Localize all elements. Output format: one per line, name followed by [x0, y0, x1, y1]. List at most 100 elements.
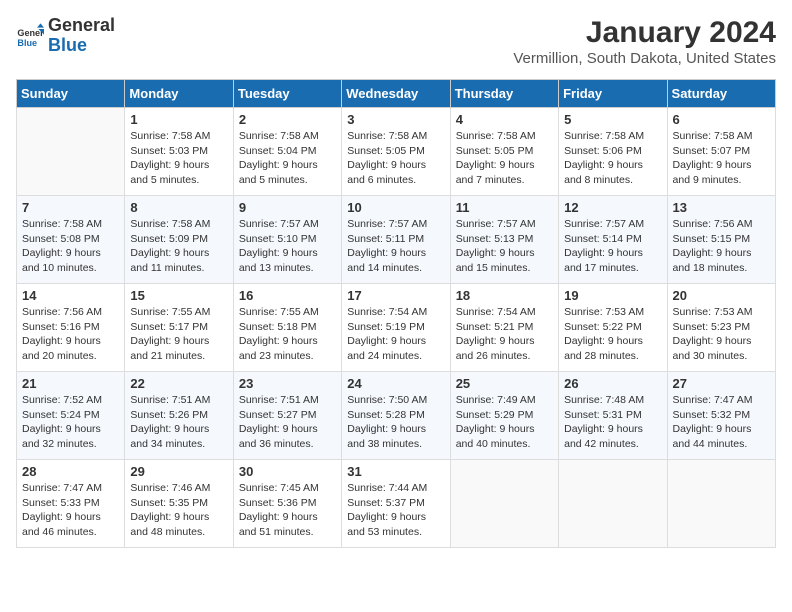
day-info: Sunrise: 7:46 AM Sunset: 5:35 PM Dayligh…: [130, 481, 227, 540]
day-number: 12: [564, 200, 661, 215]
day-info: Sunrise: 7:47 AM Sunset: 5:32 PM Dayligh…: [673, 393, 770, 452]
calendar-cell: 3 Sunrise: 7:58 AM Sunset: 5:05 PM Daylig…: [342, 108, 450, 196]
day-number: 6: [673, 112, 770, 127]
calendar-table: SundayMondayTuesdayWednesdayThursdayFrid…: [16, 79, 776, 548]
day-number: 22: [130, 376, 227, 391]
day-info: Sunrise: 7:56 AM Sunset: 5:15 PM Dayligh…: [673, 217, 770, 276]
calendar-cell: 12 Sunrise: 7:57 AM Sunset: 5:14 PM Dayli…: [559, 196, 667, 284]
calendar-cell: [559, 460, 667, 548]
calendar-cell: 16Sunrise: 7:55 AM Sunset: 5:18 PM Dayli…: [233, 284, 341, 372]
day-info: Sunrise: 7:45 AM Sunset: 5:36 PM Dayligh…: [239, 481, 336, 540]
calendar-week-2: 7Sunrise: 7:58 AM Sunset: 5:08 PM Daylig…: [17, 196, 776, 284]
calendar-cell: 2 Sunrise: 7:58 AM Sunset: 5:04 PM Daylig…: [233, 108, 341, 196]
day-info: Sunrise: 7:51 AM Sunset: 5:26 PM Dayligh…: [130, 393, 227, 452]
day-info: Sunrise: 7:50 AM Sunset: 5:28 PM Dayligh…: [347, 393, 444, 452]
calendar-cell: 31 Sunrise: 7:44 AM Sunset: 5:37 PM Dayli…: [342, 460, 450, 548]
logo-icon: General Blue: [16, 22, 44, 50]
day-number: 20: [673, 288, 770, 303]
calendar-week-1: 1Sunrise: 7:58 AM Sunset: 5:03 PM Daylig…: [17, 108, 776, 196]
day-info: Sunrise: 7:54 AM Sunset: 5:21 PM Dayligh…: [456, 305, 553, 364]
day-info: Sunrise: 7:58 AM Sunset: 5:05 PM Dayligh…: [347, 129, 444, 188]
day-number: 4: [456, 112, 553, 127]
calendar-cell: 11 Sunrise: 7:57 AM Sunset: 5:13 PM Dayli…: [450, 196, 558, 284]
calendar-header: SundayMondayTuesdayWednesdayThursdayFrid…: [17, 80, 776, 108]
day-number: 17: [347, 288, 444, 303]
day-info: Sunrise: 7:44 AM Sunset: 5:37 PM Dayligh…: [347, 481, 444, 540]
day-info: Sunrise: 7:57 AM Sunset: 5:13 PM Dayligh…: [456, 217, 553, 276]
calendar-cell: 15 Sunrise: 7:55 AM Sunset: 5:17 PM Dayli…: [125, 284, 233, 372]
day-number: 26: [564, 376, 661, 391]
title-area: January 2024 Vermillion, South Dakota, U…: [513, 16, 776, 67]
day-number: 7: [22, 200, 119, 215]
day-number: 15: [130, 288, 227, 303]
day-info: Sunrise: 7:49 AM Sunset: 5:29 PM Dayligh…: [456, 393, 553, 452]
calendar-cell: 23 Sunrise: 7:51 AM Sunset: 5:27 PM Dayli…: [233, 372, 341, 460]
day-number: 24: [347, 376, 444, 391]
calendar-cell: [667, 460, 775, 548]
location-title: Vermillion, South Dakota, United States: [513, 50, 776, 67]
calendar-cell: [450, 460, 558, 548]
header-day-friday: Friday: [559, 80, 667, 108]
calendar-cell: 28 Sunrise: 7:47 AM Sunset: 5:33 PM Dayli…: [17, 460, 125, 548]
day-number: 28: [22, 464, 119, 479]
day-number: 14: [22, 288, 119, 303]
day-info: Sunrise: 7:58 AM Sunset: 5:07 PM Dayligh…: [673, 129, 770, 188]
day-info: Sunrise: 7:58 AM Sunset: 5:06 PM Dayligh…: [564, 129, 661, 188]
day-number: 18: [456, 288, 553, 303]
day-number: 8: [130, 200, 227, 215]
calendar-cell: 13Sunrise: 7:56 AM Sunset: 5:15 PM Dayli…: [667, 196, 775, 284]
calendar-cell: 6 Sunrise: 7:58 AM Sunset: 5:07 PM Daylig…: [667, 108, 775, 196]
calendar-body: 1Sunrise: 7:58 AM Sunset: 5:03 PM Daylig…: [17, 108, 776, 548]
day-info: Sunrise: 7:58 AM Sunset: 5:04 PM Dayligh…: [239, 129, 336, 188]
calendar-cell: 25 Sunrise: 7:49 AM Sunset: 5:29 PM Dayli…: [450, 372, 558, 460]
day-number: 27: [673, 376, 770, 391]
header-day-wednesday: Wednesday: [342, 80, 450, 108]
day-info: Sunrise: 7:48 AM Sunset: 5:31 PM Dayligh…: [564, 393, 661, 452]
calendar-cell: 27 Sunrise: 7:47 AM Sunset: 5:32 PM Dayli…: [667, 372, 775, 460]
day-number: 31: [347, 464, 444, 479]
day-number: 11: [456, 200, 553, 215]
day-info: Sunrise: 7:47 AM Sunset: 5:33 PM Dayligh…: [22, 481, 119, 540]
day-info: Sunrise: 7:55 AM Sunset: 5:17 PM Dayligh…: [130, 305, 227, 364]
day-number: 10: [347, 200, 444, 215]
day-info: Sunrise: 7:55 AM Sunset: 5:18 PM Dayligh…: [239, 305, 336, 364]
logo: General Blue General Blue: [16, 16, 115, 56]
calendar-week-5: 28 Sunrise: 7:47 AM Sunset: 5:33 PM Dayli…: [17, 460, 776, 548]
header-row: SundayMondayTuesdayWednesdayThursdayFrid…: [17, 80, 776, 108]
day-number: 23: [239, 376, 336, 391]
day-number: 30: [239, 464, 336, 479]
header-day-tuesday: Tuesday: [233, 80, 341, 108]
calendar-cell: 8Sunrise: 7:58 AM Sunset: 5:09 PM Daylig…: [125, 196, 233, 284]
day-number: 29: [130, 464, 227, 479]
calendar-cell: 14 Sunrise: 7:56 AM Sunset: 5:16 PM Dayli…: [17, 284, 125, 372]
day-number: 19: [564, 288, 661, 303]
calendar-cell: 24 Sunrise: 7:50 AM Sunset: 5:28 PM Dayli…: [342, 372, 450, 460]
day-number: 21: [22, 376, 119, 391]
header-day-saturday: Saturday: [667, 80, 775, 108]
logo-general: General: [48, 15, 115, 35]
day-info: Sunrise: 7:57 AM Sunset: 5:10 PM Dayligh…: [239, 217, 336, 276]
day-info: Sunrise: 7:57 AM Sunset: 5:11 PM Dayligh…: [347, 217, 444, 276]
day-number: 25: [456, 376, 553, 391]
day-number: 3: [347, 112, 444, 127]
day-info: Sunrise: 7:58 AM Sunset: 5:03 PM Dayligh…: [130, 129, 227, 188]
day-info: Sunrise: 7:56 AM Sunset: 5:16 PM Dayligh…: [22, 305, 119, 364]
day-info: Sunrise: 7:52 AM Sunset: 5:24 PM Dayligh…: [22, 393, 119, 452]
calendar-cell: 17Sunrise: 7:54 AM Sunset: 5:19 PM Dayli…: [342, 284, 450, 372]
calendar-cell: 1Sunrise: 7:58 AM Sunset: 5:03 PM Daylig…: [125, 108, 233, 196]
calendar-cell: 9 Sunrise: 7:57 AM Sunset: 5:10 PM Daylig…: [233, 196, 341, 284]
calendar-cell: 7Sunrise: 7:58 AM Sunset: 5:08 PM Daylig…: [17, 196, 125, 284]
header: General Blue General Blue January 2024 V…: [16, 16, 776, 67]
calendar-cell: 5 Sunrise: 7:58 AM Sunset: 5:06 PM Daylig…: [559, 108, 667, 196]
calendar-cell: 19Sunrise: 7:53 AM Sunset: 5:22 PM Dayli…: [559, 284, 667, 372]
day-number: 9: [239, 200, 336, 215]
day-number: 5: [564, 112, 661, 127]
header-day-sunday: Sunday: [17, 80, 125, 108]
day-info: Sunrise: 7:57 AM Sunset: 5:14 PM Dayligh…: [564, 217, 661, 276]
day-info: Sunrise: 7:58 AM Sunset: 5:05 PM Dayligh…: [456, 129, 553, 188]
logo-text: General Blue: [48, 16, 115, 56]
calendar-cell: 22 Sunrise: 7:51 AM Sunset: 5:26 PM Dayli…: [125, 372, 233, 460]
day-number: 2: [239, 112, 336, 127]
calendar-week-4: 21 Sunrise: 7:52 AM Sunset: 5:24 PM Dayli…: [17, 372, 776, 460]
day-info: Sunrise: 7:51 AM Sunset: 5:27 PM Dayligh…: [239, 393, 336, 452]
